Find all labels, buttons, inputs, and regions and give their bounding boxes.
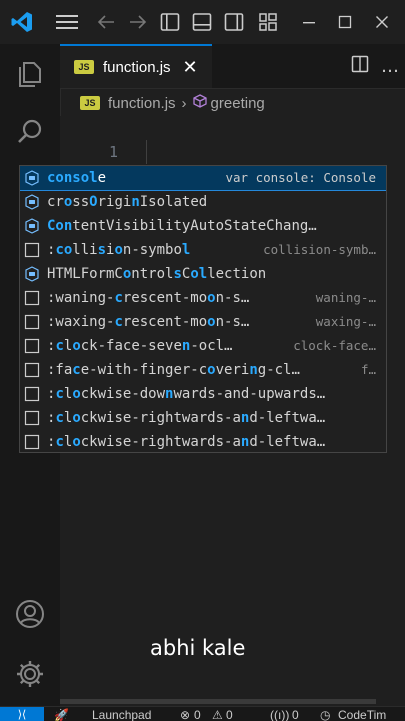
editor-actions: … — [345, 44, 405, 88]
rocket-icon: 🚀 — [54, 708, 69, 721]
text-symbol-icon — [24, 290, 40, 306]
remote-indicator-icon[interactable]: ⟩⟨ — [0, 707, 44, 721]
maximize-icon[interactable] — [338, 10, 352, 34]
suggestion-item[interactable]: :waxing-crescent-moon-s… waxing-… — [20, 310, 386, 334]
suggestion-item[interactable]: :collision-symbol collision-symb… — [20, 238, 386, 262]
variable-symbol-icon — [24, 194, 40, 210]
suggestion-detail: var console: Console — [225, 170, 376, 185]
more-actions-icon[interactable]: … — [381, 56, 399, 77]
suggestion-item[interactable]: console var console: Console — [20, 166, 386, 191]
back-arrow-icon[interactable] — [96, 10, 116, 34]
codetime-label[interactable]: CodeTim — [338, 708, 386, 721]
forward-arrow-icon[interactable] — [128, 10, 148, 34]
tab-function-js[interactable]: JS function.js ✕ — [60, 44, 212, 88]
suggestion-detail: clock-face… — [293, 338, 376, 353]
vscode-logo-icon — [10, 10, 34, 34]
js-file-icon: JS — [80, 96, 100, 110]
minimize-icon[interactable] — [302, 10, 316, 34]
errors-count: 0 — [194, 708, 201, 721]
accounts-icon[interactable] — [14, 598, 46, 630]
method-cube-icon — [192, 94, 207, 112]
explorer-icon[interactable] — [14, 58, 46, 90]
customize-layout-icon[interactable] — [258, 10, 278, 34]
suggestion-item[interactable]: ContentVisibilityAutoStateChang… — [20, 214, 386, 238]
text-symbol-icon — [24, 362, 40, 378]
video-subtitle: abhi kale — [150, 636, 246, 660]
variable-symbol-icon — [24, 170, 40, 186]
suggestion-detail: collision-symb… — [263, 242, 376, 257]
variable-symbol-icon — [24, 266, 40, 282]
launchpad-label[interactable]: Launchpad — [92, 708, 151, 721]
suggestion-detail: f… — [360, 362, 376, 377]
suggestion-label: :clock-face-seven-ocl… — [47, 338, 233, 354]
text-symbol-icon — [24, 434, 40, 450]
ports-count: 0 — [292, 708, 299, 721]
breadcrumb-symbol[interactable]: greeting — [211, 95, 265, 112]
close-icon[interactable] — [375, 10, 389, 34]
split-editor-icon[interactable] — [351, 55, 369, 77]
errors-icon[interactable]: ⊗ — [180, 708, 190, 721]
indent-guide — [146, 140, 147, 164]
suggestion-item[interactable]: HTMLFormControlsCollection — [20, 262, 386, 286]
breadcrumb-file[interactable]: function.js — [108, 95, 176, 112]
js-file-icon: JS — [74, 60, 94, 74]
suggestion-item[interactable]: crossOriginIsolated — [20, 190, 386, 214]
variable-symbol-icon — [24, 218, 40, 234]
suggestion-item[interactable]: :clockwise-rightwards-and-leftwa… — [20, 406, 386, 430]
menu-icon[interactable] — [56, 10, 78, 34]
toggle-primary-sidebar-icon[interactable] — [160, 10, 180, 34]
tab-label: function.js — [103, 58, 171, 76]
suggestion-detail: waxing-… — [315, 314, 376, 329]
suggestion-label: :waxing-crescent-moon-s… — [47, 314, 250, 330]
suggestion-label: :clockwise-rightwards-and-leftwa… — [47, 410, 326, 426]
status-bar: ⟩⟨ 🚀 Launchpad ⊗ 0 ⚠ 0 ((ı)) 0 ◷ CodeTim — [0, 706, 405, 721]
suggestion-label: :clockwise-rightwards-and-leftwa… — [47, 434, 326, 450]
suggestion-label: :clockwise-downwards-and-upwards… — [47, 386, 326, 402]
code-line: 1 function greeting(){ — [60, 116, 327, 185]
suggestion-label: :waning-crescent-moon-s… — [47, 290, 250, 306]
warnings-icon[interactable]: ⚠ — [212, 708, 223, 721]
text-symbol-icon — [24, 410, 40, 426]
text-symbol-icon — [24, 242, 40, 258]
suggestion-label: :collision-symbol — [47, 242, 191, 258]
suggestion-item[interactable]: :clockwise-downwards-and-upwards… — [20, 382, 386, 406]
manage-gear-icon[interactable] — [14, 658, 46, 690]
toggle-panel-icon[interactable] — [192, 10, 212, 34]
suggestion-item[interactable]: :face-with-finger-covering-cl… f… — [20, 358, 386, 382]
codetime-icon: ◷ — [320, 708, 331, 721]
suggestion-label: HTMLFormControlsCollection — [47, 266, 267, 282]
code-line: 2 consol — [60, 140, 239, 210]
tab-close-icon[interactable]: ✕ — [183, 57, 198, 78]
suggestion-item[interactable]: :clock-face-seven-ocl… clock-face… — [20, 334, 386, 358]
suggestion-label: crossOriginIsolated — [47, 194, 208, 210]
warnings-count: 0 — [226, 708, 233, 721]
title-bar — [0, 0, 405, 44]
suggestion-label: :face-with-finger-covering-cl… — [47, 362, 300, 378]
suggestion-item[interactable]: :clockwise-rightwards-and-leftwa… — [20, 430, 386, 452]
text-symbol-icon — [24, 386, 40, 402]
text-symbol-icon — [24, 314, 40, 330]
suggestion-item[interactable]: :waning-crescent-moon-s… waning-… — [20, 286, 386, 310]
ports-icon[interactable]: ((ı)) — [270, 708, 289, 721]
search-icon[interactable] — [14, 116, 46, 148]
text-symbol-icon — [24, 338, 40, 354]
suggestion-detail: waning-… — [315, 290, 376, 305]
suggestion-label: ContentVisibilityAutoStateChang… — [47, 218, 317, 234]
suggestion-label: console — [47, 170, 107, 186]
breadcrumb: JS function.js › greeting — [80, 92, 265, 114]
chevron-right-icon: › — [181, 94, 187, 112]
horizontal-scrollbar[interactable] — [60, 699, 376, 704]
suggest-widget: console var console: Console crossOriginIs… — [19, 165, 387, 453]
toggle-secondary-sidebar-icon[interactable] — [224, 10, 244, 34]
